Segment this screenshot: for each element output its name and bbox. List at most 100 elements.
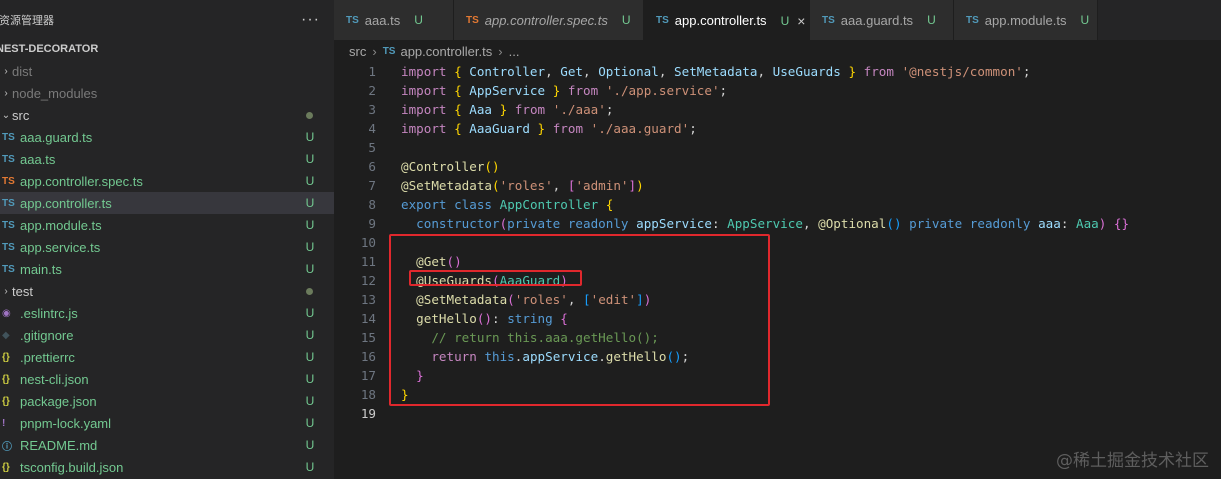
code-token: { — [454, 64, 462, 79]
tree-file[interactable]: TS main.ts U — [0, 258, 334, 280]
tree-file[interactable]: {} package.json U — [0, 390, 334, 412]
more-actions-icon[interactable]: ··· — [301, 11, 320, 29]
code-text: @Get() — [401, 254, 462, 269]
code-line[interactable]: 15 // return this.aaa.getHello(); — [334, 328, 1221, 347]
tree-file[interactable]: {} .prettierrc U — [0, 346, 334, 368]
code-token: ; — [719, 83, 728, 98]
tree-item-label: aaa.ts — [20, 151, 56, 167]
code-line[interactable]: 13 @SetMetadata('roles', ['edit']) — [334, 290, 1221, 309]
line-number: 17 — [360, 368, 376, 383]
code-line[interactable]: 1 import { Controller, Get, Optional, Set… — [334, 62, 1221, 81]
chevron-right-icon: › — [4, 285, 8, 297]
code-token: AppController — [499, 197, 599, 212]
close-icon[interactable]: × — [797, 13, 805, 29]
tree-item-label: src — [12, 107, 30, 123]
code-line[interactable]: 11 @Get() — [334, 252, 1221, 271]
tree-item-label: app.service.ts — [20, 239, 101, 255]
code-token: {} — [1113, 216, 1130, 231]
tree-item-label: README.md — [20, 437, 98, 453]
line-number: 16 — [360, 349, 376, 364]
code-text: constructor(private readonly appService:… — [401, 216, 1129, 231]
line-number: 6 — [368, 159, 376, 174]
line-number: 10 — [360, 235, 376, 250]
tab-app-controller-spec-ts[interactable]: TS app.controller.spec.ts U — [454, 0, 644, 40]
code-editor[interactable]: 1 import { Controller, Get, Optional, Set… — [334, 62, 1221, 479]
tree-file[interactable]: {} tsconfig.build.json U — [0, 456, 334, 478]
tree-file[interactable]: TS app.service.ts U — [0, 236, 334, 258]
tab-aaa-guard-ts[interactable]: TS aaa.guard.ts U — [810, 0, 954, 40]
typescript-file-icon: TS — [346, 14, 359, 26]
code-token: import — [401, 83, 447, 98]
code-line[interactable]: 12 @UseGuards(AaaGuard) — [334, 271, 1221, 290]
tab-label: app.controller.spec.ts — [484, 12, 608, 28]
tree-folder[interactable]: › node_modules — [0, 82, 334, 104]
code-token: from — [552, 121, 584, 136]
code-line[interactable]: 10 — [334, 233, 1221, 252]
tab-aaa-ts[interactable]: TS aaa.ts U — [334, 0, 454, 40]
code-line[interactable]: 4 import { AaaGuard } from './aaa.guard'; — [334, 119, 1221, 138]
code-token: class — [454, 197, 493, 212]
tree-file[interactable]: {} nest-cli.json U — [0, 368, 334, 390]
tree-file[interactable]: TS app.module.ts U — [0, 214, 334, 236]
breadcrumb-symbols[interactable]: ... — [509, 44, 520, 59]
explorer-sidebar: 资源管理器 ··· NEST-DECORATOR › dist › node_modu… — [0, 0, 334, 479]
breadcrumb-folder[interactable]: src — [349, 44, 366, 59]
code-token: readonly — [969, 216, 1031, 231]
code-text: import { Aaa } from './aaa'; — [401, 102, 613, 117]
modified-dot-icon — [304, 108, 316, 122]
tree-folder[interactable]: › test — [0, 280, 334, 302]
code-token: '@nestjs/common' — [901, 64, 1023, 79]
tree-file[interactable]: ◆ .gitignore U — [0, 324, 334, 346]
tree-item-label: node_modules — [12, 85, 98, 101]
code-token: Controller — [461, 64, 546, 79]
code-line[interactable]: 2 import { AppService } from './app.servi… — [334, 81, 1221, 100]
explorer-section-title[interactable]: NEST-DECORATOR — [0, 40, 334, 58]
code-token: ( — [492, 178, 500, 193]
file-type-icon: TS — [2, 263, 15, 275]
code-token: ; — [689, 121, 697, 136]
tree-file[interactable]: ⓘ README.md U — [0, 434, 334, 456]
untracked-status-badge: U — [305, 372, 315, 386]
code-line[interactable]: 19 — [334, 404, 1221, 423]
tree-file[interactable]: TS aaa.guard.ts U — [0, 126, 334, 148]
tab-app-controller-ts[interactable]: TS app.controller.ts U × — [644, 0, 810, 40]
code-token: aaa — [1038, 216, 1061, 231]
tree-item-label: main.ts — [20, 261, 62, 277]
line-number: 5 — [368, 140, 376, 155]
code-line[interactable]: 7 @SetMetadata('roles', ['admin']) — [334, 176, 1221, 195]
tree-file[interactable]: ! pnpm-lock.yaml U — [0, 412, 334, 434]
code-text: } — [401, 387, 409, 402]
tab-app-module-ts[interactable]: TS app.module.ts U — [954, 0, 1098, 40]
code-token: ) — [636, 178, 644, 193]
tree-item-label: pnpm-lock.yaml — [20, 415, 112, 431]
code-token: () — [666, 349, 682, 364]
breadcrumb-file[interactable]: app.controller.ts — [400, 44, 492, 59]
file-type-icon: TS — [2, 241, 15, 253]
tree-folder[interactable]: ⌄ src — [0, 104, 334, 126]
tree-folder[interactable]: › dist — [0, 60, 334, 82]
code-token: } — [401, 387, 409, 402]
code-token: Aaa — [461, 102, 500, 117]
tree-file[interactable]: TS aaa.ts U — [0, 148, 334, 170]
code-token: AaaGuard — [499, 273, 561, 288]
code-line[interactable]: 14 getHello(): string { — [334, 309, 1221, 328]
code-line[interactable]: 5 — [334, 138, 1221, 157]
tree-file[interactable]: TS app.controller.spec.ts U — [0, 170, 334, 192]
code-token: @Get — [416, 254, 447, 269]
code-line[interactable]: 17 } — [334, 366, 1221, 385]
code-line[interactable]: 16 return this.appService.getHello(); — [334, 347, 1221, 366]
code-token: return — [431, 349, 477, 364]
code-line[interactable]: 18} — [334, 385, 1221, 404]
tree-file[interactable]: ◉ .eslintrc.js U — [0, 302, 334, 324]
code-line[interactable]: 8 export class AppController { — [334, 195, 1221, 214]
code-line[interactable]: 6 @Controller() — [334, 157, 1221, 176]
code-line[interactable]: 9 constructor(private readonly appServic… — [334, 214, 1221, 233]
tab-status-badge: U — [780, 13, 790, 28]
line-number: 4 — [368, 121, 376, 136]
tree-file[interactable]: TS app.controller.ts U — [0, 192, 334, 214]
code-line[interactable]: 3 import { Aaa } from './aaa'; — [334, 100, 1221, 119]
